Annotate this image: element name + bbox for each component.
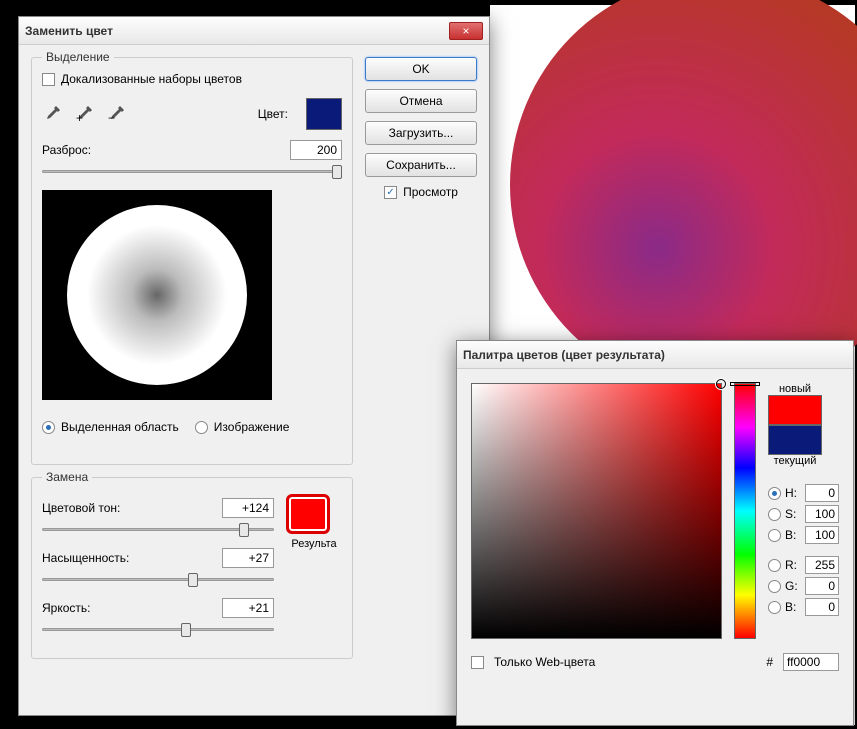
eyedropper-subtract-icon[interactable]: − (106, 104, 126, 124)
save-label: Сохранить... (386, 158, 456, 172)
radio-g[interactable] (768, 580, 781, 593)
preview-checkbox[interactable] (384, 186, 397, 199)
h-label: H: (785, 486, 801, 500)
svg-text:+: + (76, 111, 83, 124)
canvas-circle (510, 0, 857, 395)
saturation-thumb[interactable] (188, 573, 198, 587)
new-color-box[interactable] (768, 395, 822, 425)
hue-slider[interactable] (42, 522, 274, 538)
save-button[interactable]: Сохранить... (365, 153, 477, 177)
radio-r[interactable] (768, 559, 781, 572)
bb-input[interactable] (805, 598, 839, 616)
ok-label: OK (412, 62, 429, 76)
sv-field[interactable] (471, 383, 722, 639)
close-button[interactable]: × (449, 22, 483, 40)
picker-title: Палитра цветов (цвет результата) (463, 348, 847, 362)
load-label: Загрузить... (389, 126, 454, 140)
source-color-swatch[interactable] (306, 98, 342, 130)
preview-circle (67, 205, 247, 385)
ok-button[interactable]: OK (365, 57, 477, 81)
radio-image[interactable] (195, 421, 208, 434)
radio-bb[interactable] (768, 601, 781, 614)
web-only-checkbox[interactable] (471, 656, 484, 669)
b-input[interactable] (805, 526, 839, 544)
lightness-input[interactable] (222, 598, 274, 618)
fuzziness-thumb[interactable] (332, 165, 342, 179)
preview-label: Просмотр (403, 185, 458, 199)
radio-selection[interactable] (42, 421, 55, 434)
saturation-slider[interactable] (42, 572, 274, 588)
radio-selection-label: Выделенная область (61, 420, 179, 434)
fuzziness-input[interactable] (290, 140, 342, 160)
hue-cursor[interactable] (730, 382, 760, 386)
load-button[interactable]: Загрузить... (365, 121, 477, 145)
titlebar[interactable]: Заменить цвет × (19, 17, 489, 45)
web-only-label: Только Web-цвета (494, 655, 595, 669)
color-label: Цвет: (258, 107, 288, 121)
current-color-box[interactable] (768, 425, 822, 455)
eyedropper-icon[interactable] (42, 104, 62, 124)
hue-strip[interactable] (734, 383, 756, 639)
picker-titlebar[interactable]: Палитра цветов (цвет результата) (457, 341, 853, 369)
g-input[interactable] (805, 577, 839, 595)
b-label: B: (785, 528, 801, 542)
replace-group-title: Замена (42, 470, 92, 484)
radio-image-row[interactable]: Изображение (195, 420, 290, 434)
replace-color-dialog: Заменить цвет × Выделение Докализованные… (18, 16, 490, 716)
r-label: R: (785, 558, 801, 572)
h-input[interactable] (805, 484, 839, 502)
sv-cursor[interactable] (716, 379, 726, 389)
result-color-swatch[interactable] (286, 494, 330, 534)
cancel-label: Отмена (399, 94, 442, 108)
lightness-thumb[interactable] (181, 623, 191, 637)
svg-text:−: − (108, 111, 115, 124)
hue-label: Цветовой тон: (42, 501, 120, 515)
lightness-label: Яркость: (42, 601, 90, 615)
fuzziness-slider[interactable] (42, 164, 342, 180)
selection-group-title: Выделение (42, 50, 114, 64)
replace-group: Замена Цветовой тон: (31, 477, 353, 659)
close-icon: × (462, 25, 469, 37)
preview-row[interactable]: Просмотр (365, 185, 477, 199)
current-label: текущий (768, 455, 822, 467)
s-label: S: (785, 507, 801, 521)
radio-b[interactable] (768, 529, 781, 542)
hex-input[interactable] (783, 653, 839, 671)
selection-preview (42, 190, 272, 400)
g-label: G: (785, 579, 801, 593)
saturation-input[interactable] (222, 548, 274, 568)
fuzziness-label: Разброс: (42, 143, 91, 157)
radio-selection-row[interactable]: Выделенная область (42, 420, 179, 434)
lightness-slider[interactable] (42, 622, 274, 638)
bb-label: B: (785, 600, 801, 614)
radio-image-label: Изображение (214, 420, 290, 434)
cancel-button[interactable]: Отмена (365, 89, 477, 113)
radio-s[interactable] (768, 508, 781, 521)
dialog-title: Заменить цвет (25, 24, 449, 38)
hue-input[interactable] (222, 498, 274, 518)
result-label: Результа (286, 538, 342, 550)
localized-sets-label: Докализованные наборы цветов (61, 72, 242, 86)
localized-sets-checkbox[interactable] (42, 73, 55, 86)
radio-h[interactable] (768, 487, 781, 500)
hue-thumb[interactable] (239, 523, 249, 537)
color-picker-dialog: Палитра цветов (цвет результата) новый т… (456, 340, 854, 726)
selection-group: Выделение Докализованные наборы цветов +… (31, 57, 353, 465)
eyedropper-add-icon[interactable]: + (74, 104, 94, 124)
r-input[interactable] (805, 556, 839, 574)
localized-sets-row[interactable]: Докализованные наборы цветов (42, 72, 342, 86)
hex-prefix: # (766, 655, 773, 669)
saturation-label: Насыщенность: (42, 551, 129, 565)
s-input[interactable] (805, 505, 839, 523)
new-label: новый (768, 383, 822, 395)
